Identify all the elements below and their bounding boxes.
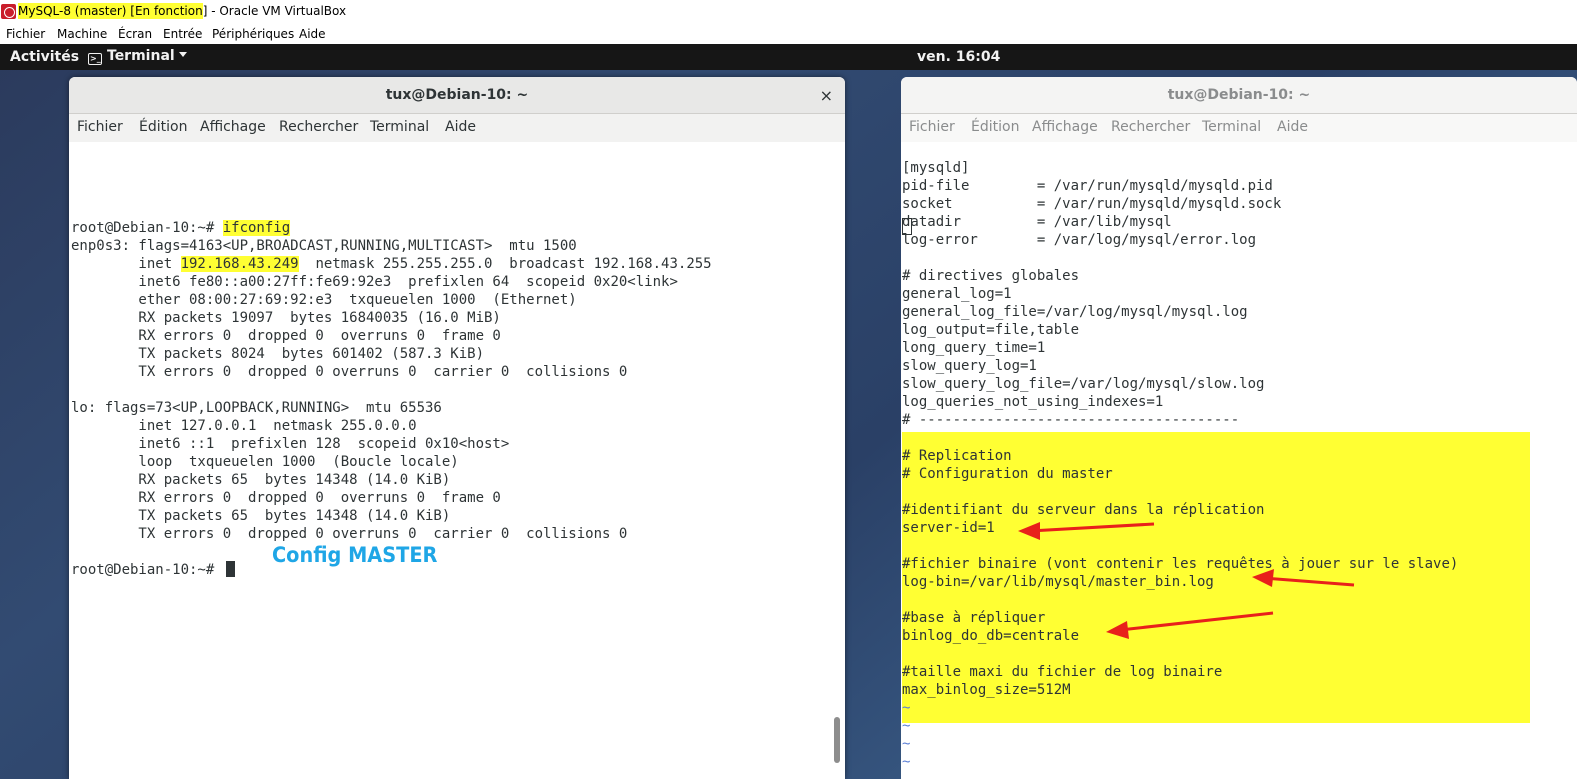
terminal-icon: >_ <box>88 53 102 65</box>
menu-rechercher[interactable]: Rechercher <box>279 119 358 135</box>
prompt: root@Debian-10:~# <box>71 220 223 236</box>
config-line: # Replication <box>902 448 1012 464</box>
config-line: #taille maxi du fichier de log binaire <box>902 664 1223 680</box>
terminal-menu-bar: Fichier Édition Affichage Rechercher Ter… <box>901 114 1577 142</box>
text-cursor <box>225 561 235 577</box>
config-line: socket = /var/run/mysqld/mysqld.sock <box>902 196 1282 212</box>
close-icon[interactable]: × <box>820 77 833 114</box>
command-ifconfig: ifconfig <box>222 220 291 236</box>
menu-affichage[interactable]: Affichage <box>1032 119 1098 135</box>
clock[interactable]: ven. 16:04 <box>917 49 1000 65</box>
terminal-line: enp0s3: flags=4163<UP,BROADCAST,RUNNING,… <box>71 238 577 254</box>
config-line: #identifiant du serveur dans la réplicat… <box>902 502 1265 518</box>
terminal-line: RX errors 0 dropped 0 overruns 0 frame 0 <box>71 328 501 344</box>
gnome-top-bar: Activités >_ Terminal ven. 16:04 <box>0 44 1577 70</box>
config-line: [mysqld] <box>902 160 970 176</box>
config-master-annotation: Config MASTER <box>272 543 438 567</box>
scrollbar[interactable] <box>834 142 843 779</box>
menu-edition[interactable]: Édition <box>971 119 1019 135</box>
vbox-menu-machine[interactable]: Machine <box>57 27 107 41</box>
terminal-line: lo: flags=73<UP,LOOPBACK,RUNNING> mtu 65… <box>71 400 442 416</box>
title-highlight: MySQL-8 (master) [En fonction <box>18 3 203 19</box>
vim-empty-line-tilde: ~ <box>902 754 911 770</box>
virtualbox-app-icon <box>1 4 16 19</box>
terminal-line: inet6 fe80::a00:27ff:fe69:92e3 prefixlen… <box>71 274 678 290</box>
prompt: root@Debian-10:~# <box>71 562 223 578</box>
config-line: #base à répliquer <box>902 610 1046 626</box>
virtualbox-window-title: MySQL-8 (master) [En fonction] - Oracle … <box>18 3 347 19</box>
menu-terminal[interactable]: Terminal <box>370 119 429 135</box>
terminal-line: inet 127.0.0.1 netmask 255.0.0.0 <box>71 418 417 434</box>
vbox-menu-ecran[interactable]: Écran <box>118 27 152 41</box>
virtualbox-menu-bar: Fichier Machine Écran Entrée Périphériqu… <box>0 24 1577 44</box>
menu-terminal[interactable]: Terminal <box>1202 119 1261 135</box>
vbox-menu-entree[interactable]: Entrée <box>163 27 202 41</box>
chevron-down-icon <box>178 52 187 57</box>
terminal-line: inet 192.168.43.249 netmask 255.255.255.… <box>71 255 712 273</box>
scrollbar-thumb[interactable] <box>834 717 840 763</box>
window-title-bar[interactable]: tux@Debian-10: ~ <box>901 77 1577 114</box>
window-title: tux@Debian-10: ~ <box>1167 87 1311 103</box>
menu-fichier[interactable]: Fichier <box>77 119 123 135</box>
config-line: slow_query_log=1 <box>902 358 1037 374</box>
app-menu-label: Terminal <box>107 48 175 64</box>
config-line-log-bin: log-bin=/var/lib/mysql/master_bin.log <box>902 574 1214 590</box>
menu-fichier[interactable]: Fichier <box>909 119 955 135</box>
terminal-line: TX errors 0 dropped 0 overruns 0 carrier… <box>71 526 628 542</box>
app-menu-terminal[interactable]: >_ Terminal <box>88 48 187 65</box>
window-title-bar[interactable]: tux@Debian-10: ~ × <box>69 77 845 114</box>
config-line: # directives globales <box>902 268 1080 284</box>
inet-label: inet <box>71 256 181 272</box>
terminal-line: RX packets 19097 bytes 16840035 (16.0 Mi… <box>71 310 501 326</box>
config-line: # -------------------------------------- <box>902 412 1240 428</box>
netmask-text: netmask 255.255.255.0 broadcast 192.168.… <box>298 256 712 272</box>
config-line: pid-file = /var/run/mysqld/mysqld.pid <box>902 178 1273 194</box>
menu-rechercher[interactable]: Rechercher <box>1111 119 1190 135</box>
vim-empty-line-tilde: ~ <box>902 736 911 752</box>
config-line: datadir = /var/lib/mysql <box>902 214 1172 230</box>
config-line: #fichier binaire (vont contenir les requ… <box>902 556 1459 572</box>
config-line: log_queries_not_using_indexes=1 <box>902 394 1164 410</box>
terminal-line: ether 08:00:27:69:92:e3 txqueuelen 1000 … <box>71 292 577 308</box>
ip-address-highlight: 192.168.43.249 <box>180 256 299 272</box>
menu-affichage[interactable]: Affichage <box>200 119 266 135</box>
terminal-line: RX packets 65 bytes 14348 (14.0 KiB) <box>71 472 451 488</box>
vbox-menu-peripheriques[interactable]: Périphériques <box>212 27 294 41</box>
vim-empty-line-tilde: ~ <box>902 718 911 734</box>
vim-empty-line-tilde: ~ <box>902 700 911 716</box>
terminal-line: inet6 ::1 prefixlen 128 scopeid 0x10<hos… <box>71 436 510 452</box>
config-line: log_output=file,table <box>902 322 1080 338</box>
config-line: long_query_time=1 <box>902 340 1046 356</box>
terminal-line: root@Debian-10:~# ifconfig <box>71 219 291 237</box>
terminal-line: TX packets 65 bytes 14348 (14.0 KiB) <box>71 508 451 524</box>
vbox-menu-fichier[interactable]: Fichier <box>6 27 45 41</box>
menu-aide[interactable]: Aide <box>445 119 476 135</box>
menu-aide[interactable]: Aide <box>1277 119 1308 135</box>
config-line: log-error = /var/log/mysql/error.log <box>902 232 1257 248</box>
terminal-output[interactable]: root@Debian-10:~# ifconfig enp0s3: flags… <box>69 142 845 779</box>
terminal-line: TX packets 8024 bytes 601402 (587.3 KiB) <box>71 346 485 362</box>
config-line-server-id: server-id=1 <box>902 520 995 536</box>
vbox-menu-aide[interactable]: Aide <box>299 27 326 41</box>
config-line: slow_query_log_file=/var/log/mysql/slow.… <box>902 376 1265 392</box>
window-title: tux@Debian-10: ~ <box>385 87 529 103</box>
virtualbox-title-bar: MySQL-8 (master) [En fonction] - Oracle … <box>0 0 1577 24</box>
menu-edition[interactable]: Édition <box>139 119 187 135</box>
config-line-binlog-do-db: binlog_do_db=centrale <box>902 628 1080 644</box>
terminal-window-left[interactable]: tux@Debian-10: ~ × Fichier Édition Affic… <box>69 77 845 779</box>
terminal-menu-bar: Fichier Édition Affichage Rechercher Ter… <box>69 114 845 142</box>
config-line: # Configuration du master <box>902 466 1113 482</box>
config-line: general_log=1 <box>902 286 1012 302</box>
terminal-line: loop txqueuelen 1000 (Boucle locale) <box>71 454 459 470</box>
terminal-line: RX errors 0 dropped 0 overruns 0 frame 0 <box>71 490 501 506</box>
terminal-line: TX errors 0 dropped 0 overruns 0 carrier… <box>71 364 628 380</box>
title-rest: ] - Oracle VM VirtualBox <box>202 4 347 18</box>
config-line: general_log_file=/var/log/mysql/mysql.lo… <box>902 304 1248 320</box>
terminal-line: root@Debian-10:~# <box>71 561 235 579</box>
config-line-max-binlog-size: max_binlog_size=512M <box>902 682 1071 698</box>
activities-button[interactable]: Activités <box>10 49 79 65</box>
